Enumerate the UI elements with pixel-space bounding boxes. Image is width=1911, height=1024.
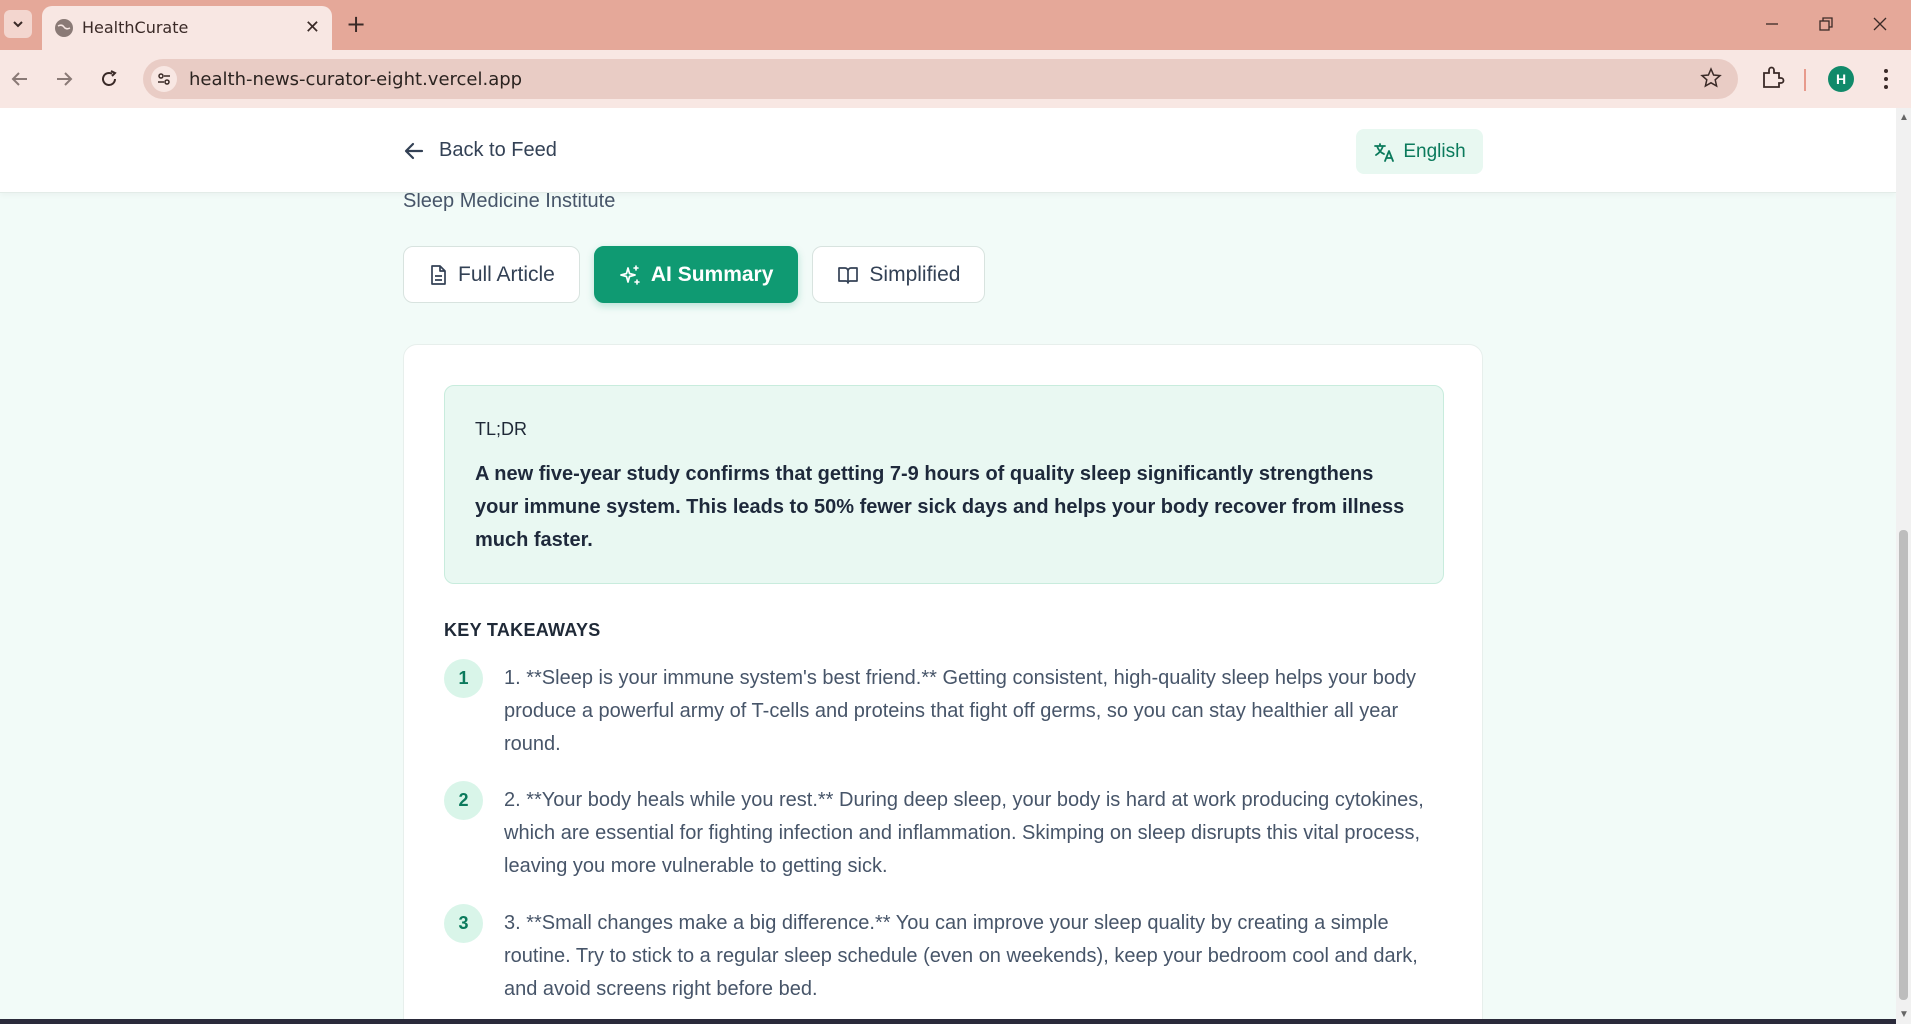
key-takeaways-heading: KEY TAKEAWAYS bbox=[444, 620, 601, 640]
tab-close-icon[interactable]: ✕ bbox=[305, 17, 320, 38]
site-info-icon[interactable] bbox=[151, 66, 177, 92]
page-scrollbar[interactable]: ▲ ▼ bbox=[1896, 108, 1911, 1024]
tldr-label: TL;DR bbox=[475, 419, 528, 439]
new-tab-icon[interactable]: + bbox=[346, 12, 366, 36]
reload-icon[interactable] bbox=[94, 64, 124, 94]
language-label: English bbox=[1403, 140, 1466, 162]
profile-avatar[interactable]: H bbox=[1828, 66, 1854, 92]
close-window-icon[interactable] bbox=[1868, 12, 1892, 36]
tab-full-article[interactable]: Full Article bbox=[403, 246, 580, 303]
back-to-feed-link[interactable]: Back to Feed bbox=[403, 139, 557, 162]
restore-icon[interactable] bbox=[1814, 12, 1838, 36]
tab-simplified[interactable]: Simplified bbox=[812, 246, 986, 303]
tab-search-chevron-icon[interactable] bbox=[4, 10, 32, 38]
sparkles-icon bbox=[620, 264, 640, 285]
summary-card: TL;DR A new five-year study confirms tha… bbox=[403, 344, 1483, 1024]
language-button[interactable]: English bbox=[1356, 129, 1483, 174]
url-text: health-news-curator-eight.vercel.app bbox=[189, 69, 523, 90]
takeaway-number-badge: 2 bbox=[444, 781, 483, 820]
browser-tab-bar: HealthCurate ✕ + bbox=[0, 0, 1911, 50]
tab-ai-summary[interactable]: AI Summary bbox=[593, 246, 799, 303]
scroll-down-arrow-icon[interactable]: ▼ bbox=[1899, 1009, 1909, 1020]
takeaway-number-badge: 3 bbox=[444, 904, 483, 943]
toolbar-divider bbox=[1804, 69, 1806, 91]
scrollbar-thumb[interactable] bbox=[1899, 530, 1908, 1000]
article-source: Sleep Medicine Institute bbox=[403, 190, 616, 212]
tab-simplified-label: Simplified bbox=[869, 262, 961, 286]
browser-toolbar: health-news-curator-eight.vercel.app bbox=[0, 50, 1911, 108]
page-content: Sleep Medicine Institute Back to Feed En… bbox=[0, 108, 1896, 1024]
sticky-header: Back to Feed English bbox=[0, 108, 1896, 193]
forward-arrow-icon[interactable] bbox=[49, 64, 79, 94]
browser-tab[interactable]: HealthCurate ✕ bbox=[42, 6, 332, 50]
view-mode-tabs: Full Article AI Summary Simplified bbox=[403, 246, 986, 303]
arrow-left-icon bbox=[404, 142, 424, 159]
scroll-up-arrow-icon[interactable]: ▲ bbox=[1899, 112, 1909, 123]
address-bar[interactable]: health-news-curator-eight.vercel.app bbox=[143, 59, 1738, 99]
book-open-icon bbox=[838, 266, 859, 284]
takeaway-text: 1. **Sleep is your immune system's best … bbox=[504, 667, 1417, 755]
takeaway-text: 2. **Your body heals while you rest.** D… bbox=[504, 789, 1424, 877]
takeaway-number-badge: 1 bbox=[444, 659, 483, 698]
globe-icon bbox=[55, 19, 73, 37]
takeaway-text: 3. **Small changes make a big difference… bbox=[504, 912, 1418, 1000]
tab-full-article-label: Full Article bbox=[458, 262, 555, 286]
tab-title: HealthCurate bbox=[82, 18, 189, 37]
taskbar-edge bbox=[0, 1019, 1896, 1024]
back-to-feed-label: Back to Feed bbox=[439, 139, 557, 161]
tab-ai-summary-label: AI Summary bbox=[650, 262, 774, 286]
translate-icon bbox=[1374, 142, 1395, 162]
document-icon bbox=[431, 264, 446, 285]
extensions-puzzle-icon[interactable] bbox=[1760, 65, 1786, 91]
tldr-box: TL;DR A new five-year study confirms tha… bbox=[444, 385, 1444, 584]
back-arrow-icon[interactable] bbox=[5, 64, 35, 94]
bookmark-star-icon[interactable] bbox=[1700, 67, 1722, 89]
minimize-icon[interactable] bbox=[1760, 12, 1784, 36]
tldr-text: A new five-year study confirms that gett… bbox=[475, 463, 1405, 551]
menu-kebab-icon[interactable] bbox=[1876, 66, 1896, 92]
